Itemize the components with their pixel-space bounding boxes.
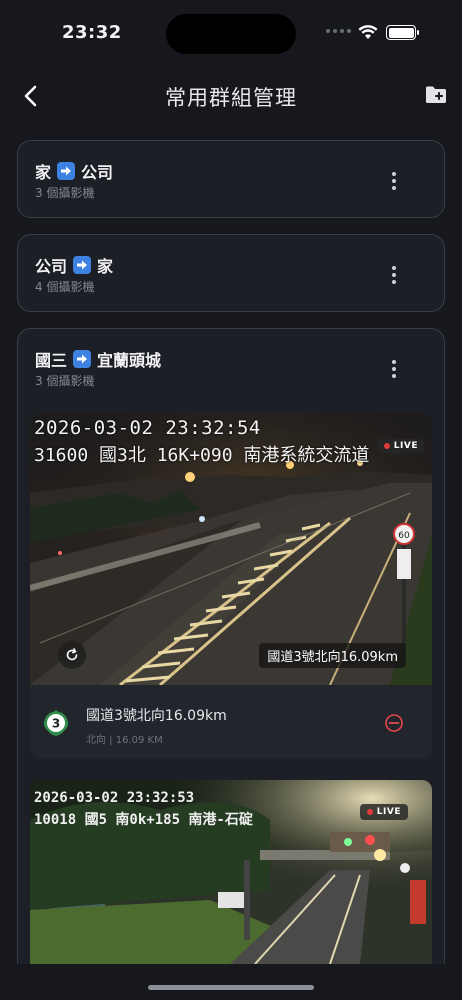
group-title: 公司 家 (35, 253, 113, 277)
status-bar: 23:32 (0, 0, 462, 66)
live-dot-icon (366, 809, 373, 815)
live-badge: LIVE (359, 804, 408, 820)
refresh-icon (66, 648, 78, 661)
group-to: 宜蘭頭城 (97, 351, 162, 370)
group-title: 國三 宜蘭頭城 (35, 347, 161, 371)
live-dot-icon (383, 443, 390, 449)
add-folder-button[interactable] (424, 83, 448, 107)
group-to: 家 (97, 257, 114, 276)
more-options-button[interactable] (382, 169, 406, 193)
camera-count: 3 個攝影機 (35, 186, 95, 200)
bottom-safe-area (0, 964, 462, 1000)
live-badge: LIVE (377, 439, 424, 453)
live-label: LIVE (376, 807, 401, 817)
camera-count: 3 個攝影機 (35, 374, 95, 388)
overlay-location: 31600 國3北 16K+090 南港系統交流道 (34, 445, 370, 466)
group-from: 公司 (35, 257, 68, 276)
camera-meta: 北向 | 16.09 KM (86, 735, 163, 746)
svg-text:60: 60 (398, 531, 410, 541)
home-indicator[interactable] (148, 985, 314, 990)
refresh-button[interactable] (58, 641, 86, 669)
more-options-button[interactable] (382, 357, 406, 381)
camera-info: 3 國道3號北向16.09km 北向 | 16.09 KM (30, 685, 432, 759)
overlay-location: 10018 國5 南0k+185 南港-石碇 (34, 812, 253, 828)
svg-text:3: 3 (52, 717, 60, 731)
camera-name: 國道3號北向16.09km (86, 708, 227, 724)
status-time: 23:32 (62, 22, 122, 43)
group-to: 公司 (81, 163, 114, 182)
dynamic-island (166, 14, 296, 54)
remove-camera-button[interactable] (384, 713, 404, 733)
page-title: 常用群組管理 (165, 86, 297, 110)
group-card[interactable]: 家 公司 3 個攝影機 (17, 140, 445, 218)
more-options-button[interactable] (382, 263, 406, 287)
camera-feed-image[interactable]: 60 2026-03-02 23:32:54 31600 國3北 16K+090… (30, 413, 432, 685)
navigation-bar: 常用群組管理 (0, 74, 462, 118)
camera-count: 4 個攝影機 (35, 280, 95, 294)
arrow-right-icon (57, 162, 76, 180)
group-title: 家 公司 (35, 159, 113, 183)
group-from: 家 (35, 163, 52, 182)
highway-shield-icon: 3 (43, 710, 69, 736)
cellular-signal-icon (326, 29, 351, 33)
camera-feed-image[interactable]: 2026-03-02 23:32:53 10018 國5 南0k+185 南港-… (30, 780, 432, 964)
camera-card[interactable]: 60 2026-03-02 23:32:54 31600 國3北 16K+090… (30, 413, 432, 759)
live-label: LIVE (393, 441, 418, 451)
battery-icon (386, 25, 419, 40)
overlay-datetime: 2026-03-02 23:32:53 (34, 790, 195, 806)
wifi-icon (358, 25, 378, 39)
group-from: 國三 (35, 351, 68, 370)
location-tag: 國道3號北向16.09km (259, 643, 406, 668)
arrow-right-icon (73, 256, 92, 274)
overlay-datetime: 2026-03-02 23:32:54 (34, 417, 261, 439)
arrow-right-icon (73, 350, 92, 368)
group-card[interactable]: 公司 家 4 個攝影機 (17, 234, 445, 312)
